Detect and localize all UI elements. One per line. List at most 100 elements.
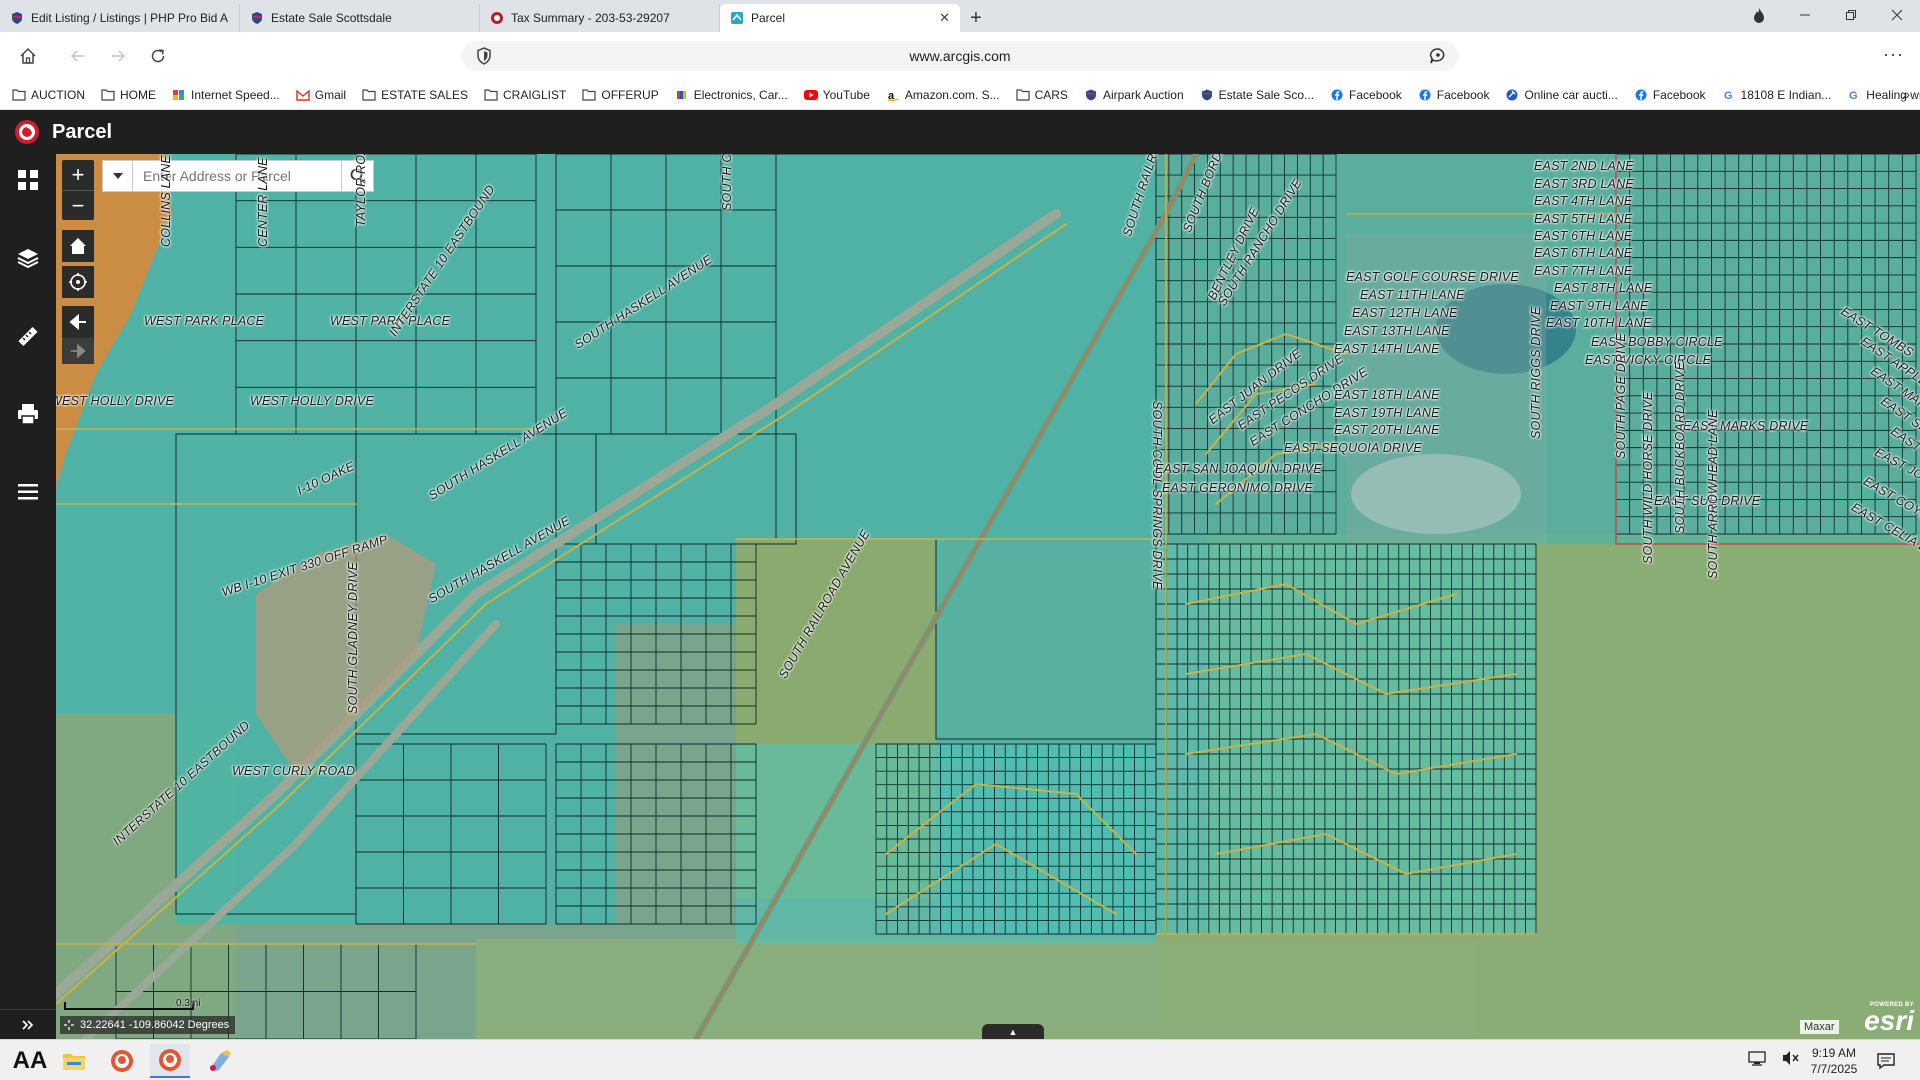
print-icon[interactable] <box>12 398 44 430</box>
next-extent-icon[interactable] <box>62 338 94 364</box>
street-label: EAST SEQUOIA DRIVE <box>1284 441 1422 455</box>
bookmark-item[interactable]: CRAIGLIST <box>484 88 566 102</box>
bookmark-item[interactable]: Estate Sale Sco... <box>1200 88 1314 102</box>
street-label: EAST SAN JOAQUIN DRIVE <box>1155 462 1322 476</box>
new-tab-button[interactable]: + <box>960 4 992 32</box>
street-label: EAST VICKY CIRCLE <box>1585 353 1712 367</box>
coordinate-readout[interactable]: 32.22641 -109.86042 Degrees <box>60 1016 236 1034</box>
street-label: EAST 20TH LANE <box>1334 423 1440 437</box>
bookmark-label: Airpark Auction <box>1102 87 1184 102</box>
bookmark-item[interactable]: Airpark Auction <box>1084 88 1184 102</box>
bookmark-item[interactable]: Facebook <box>1330 88 1402 102</box>
svg-text:G: G <box>1724 90 1733 101</box>
browser-tab[interactable]: Tax Summary - 203-53-29207 <box>480 4 720 32</box>
home-extent-icon[interactable] <box>62 230 94 262</box>
street-label: WEST HOLLY DRIVE <box>250 394 375 408</box>
bookmark-label: Online car aucti... <box>1524 87 1618 102</box>
street-label: EAST 8TH LANE <box>1554 281 1653 295</box>
volume-muted-icon[interactable] <box>1782 1050 1800 1071</box>
bookmark-item[interactable]: CARS <box>1015 88 1068 102</box>
bookmark-item[interactable]: Facebook <box>1418 87 1490 102</box>
text-size-icon[interactable]: AA <box>10 1044 50 1078</box>
facebook-icon <box>1330 89 1344 101</box>
window-controls <box>1736 0 1920 32</box>
shield-bookmark-icon <box>1200 89 1214 101</box>
auction-icon <box>1505 89 1519 101</box>
zoom-out-button[interactable]: − <box>62 190 94 220</box>
street-label: EAST 9TH LANE <box>1550 299 1649 313</box>
duckduckgo-icon[interactable] <box>102 1044 142 1078</box>
svg-text:G: G <box>1849 90 1858 101</box>
reload-icon[interactable] <box>140 38 176 74</box>
network-icon[interactable] <box>1748 1050 1766 1071</box>
crosshair-icon <box>64 1020 74 1030</box>
esri-wordmark: esri <box>1864 1005 1914 1036</box>
browser-tab[interactable]: Estate Sale Scottsdale <box>240 4 480 32</box>
bookmarks-bar: AUCTION HOME Internet Speed... Gmail ESTATE … <box>0 80 1920 110</box>
speech-bubble-icon[interactable] <box>1428 46 1448 66</box>
duckduckgo-browser-icon[interactable] <box>150 1044 190 1078</box>
attribution-toggle[interactable]: ▲ <box>982 1024 1044 1039</box>
google-icon: G <box>1847 89 1861 102</box>
clock-time: 9:19 AM <box>1811 1046 1857 1060</box>
bookmark-item[interactable]: AUCTION <box>12 88 85 102</box>
street-label: EAST 7TH LANE <box>1534 264 1633 278</box>
browser-tab-active[interactable]: Parcel ✕ <box>720 4 960 32</box>
bookmark-item[interactable]: ESTATE SALES <box>362 88 468 102</box>
browser-tab[interactable]: Edit Listing / Listings | PHP Pro Bid A <box>0 4 240 32</box>
shield-icon[interactable] <box>476 47 492 65</box>
close-window-icon[interactable] <box>1874 8 1920 24</box>
bookmark-item[interactable]: G 18108 E Indian... <box>1722 88 1832 102</box>
home-icon[interactable] <box>10 38 46 74</box>
shield-bookmark-icon <box>12 12 22 24</box>
bookmark-item[interactable]: OFFERUP <box>582 88 659 102</box>
layers-icon[interactable] <box>12 242 44 274</box>
expand-sidebar-icon[interactable] <box>0 1009 56 1039</box>
coordinate-text: 32.22641 -109.86042 Degrees <box>80 1019 230 1031</box>
bookmark-item[interactable]: Facebook <box>1634 88 1706 102</box>
grid-widgets-icon[interactable] <box>12 164 44 196</box>
bookmark-label: YouTube <box>822 87 870 102</box>
browser-menu-icon[interactable]: ··· <box>1883 44 1904 65</box>
app-title: Parcel <box>52 120 113 143</box>
locate-icon[interactable] <box>62 266 94 298</box>
bookmark-item[interactable]: a Amazon.com. S... <box>886 88 1000 102</box>
measure-ruler-icon[interactable] <box>12 320 44 352</box>
bookmark-item[interactable]: Internet Speed... <box>172 88 280 102</box>
file-explorer-icon[interactable] <box>54 1044 94 1078</box>
bookmark-item[interactable]: HOME <box>101 88 156 102</box>
bookmarks-overflow-icon[interactable]: » <box>1902 86 1910 102</box>
bookmark-item[interactable]: Online car aucti... <box>1505 87 1618 102</box>
street-label: EAST GERONIMO DRIVE <box>1162 481 1314 495</box>
bookmark-item[interactable]: YouTube <box>803 87 870 102</box>
flame-icon[interactable] <box>1736 7 1782 26</box>
windows-taskbar: AA 9:19 AM 7/7/2025 <box>0 1039 1920 1080</box>
street-label: EAST 11TH LANE <box>1360 288 1465 302</box>
search-source-dropdown[interactable] <box>103 161 133 191</box>
street-label: EAST 6TH LANE <box>1534 246 1633 260</box>
address-bar[interactable]: www.arcgis.com <box>462 41 1458 71</box>
notifications-icon[interactable] <box>1866 1044 1906 1078</box>
parcel-map[interactable]: + − WEST PARK PLACEWEST PARK PLACEWEST H… <box>56 154 1920 1039</box>
shield-bookmark-icon <box>1084 89 1098 101</box>
previous-extent-icon[interactable] <box>62 306 94 338</box>
minimize-icon[interactable] <box>1782 8 1828 24</box>
tax-site-icon <box>491 12 503 24</box>
bookmark-label: Facebook <box>1436 87 1490 102</box>
legend-list-icon[interactable] <box>12 476 44 508</box>
speedtest-icon <box>172 89 186 101</box>
bookmark-item[interactable]: Gmail <box>296 88 346 102</box>
back-arrow-icon[interactable] <box>60 38 96 74</box>
taskbar-clock[interactable]: 9:19 AM 7/7/2025 <box>1808 1045 1860 1077</box>
facebook-icon <box>1418 89 1432 101</box>
street-label: EAST GOLF COURSE DRIVE <box>1346 270 1519 284</box>
forward-arrow-icon[interactable] <box>100 38 136 74</box>
bookmark-item[interactable]: Electronics, Car... <box>675 88 788 102</box>
bookmark-label: Internet Speed... <box>191 87 280 102</box>
restore-icon[interactable] <box>1828 8 1874 24</box>
bookmark-label: CRAIGLIST <box>503 87 567 102</box>
close-tab-icon[interactable]: ✕ <box>939 10 950 26</box>
parcel-app-logo <box>15 120 39 144</box>
zoom-in-button[interactable]: + <box>62 160 94 190</box>
drawing-app-icon[interactable] <box>200 1044 240 1078</box>
